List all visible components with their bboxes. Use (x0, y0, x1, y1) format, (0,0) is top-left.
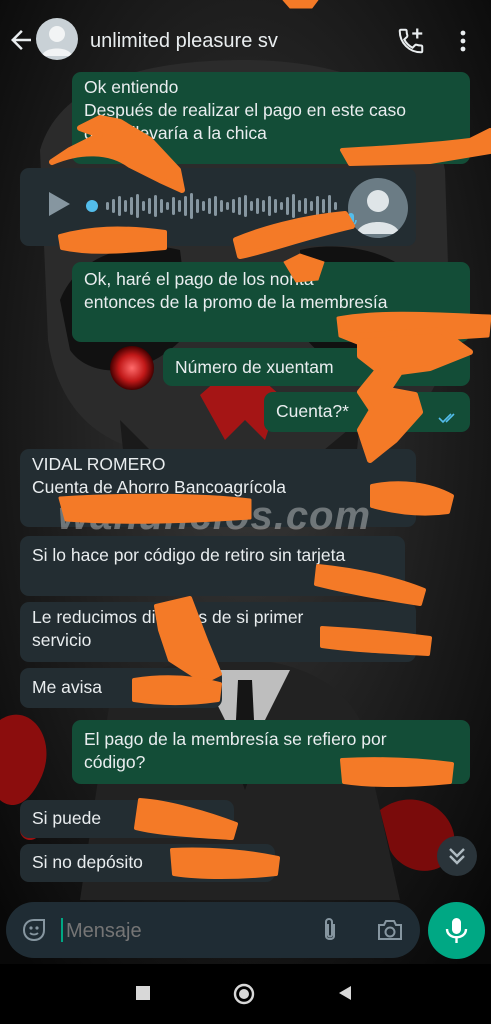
message-line: Después de realizar el pago en este caso (84, 100, 407, 120)
system-navigation-bar (0, 964, 491, 1024)
message-line: de se llevaría a la chica (84, 123, 267, 143)
voice-waveform[interactable] (84, 192, 354, 220)
more-vert-icon[interactable] (452, 28, 474, 54)
message-line: Cuenta?* (276, 401, 349, 421)
double-chevron-down-icon (449, 848, 465, 865)
sticker-icon[interactable] (20, 916, 48, 944)
contact-name[interactable]: unlimited pleasure sv (90, 30, 278, 53)
read-receipt-icon (438, 413, 455, 424)
voice-message[interactable] (20, 168, 416, 246)
avatar-icon (42, 26, 72, 56)
message-line: código? (84, 752, 146, 772)
message-outgoing[interactable]: Ok entiendo Después de realizar el pago … (72, 72, 470, 164)
mic-icon (345, 213, 357, 227)
message-line: Si lo hace por código de retiro sin tarj… (32, 545, 346, 565)
nav-back-icon[interactable] (336, 984, 354, 1002)
watermark: wanuncios.com (58, 494, 372, 538)
message-incoming[interactable]: Le reducimos dionales de si primer servi… (20, 602, 416, 662)
back-arrow-icon[interactable] (6, 24, 36, 56)
attach-icon[interactable] (318, 916, 342, 944)
mic-icon (445, 918, 468, 943)
add-call-icon[interactable] (396, 26, 426, 56)
message-incoming[interactable]: Me avisa (20, 668, 222, 708)
message-line: Le reducimos dionales de si primer (32, 607, 304, 627)
message-line: Me avisa (32, 677, 103, 697)
contact-avatar[interactable] (36, 18, 78, 60)
message-incoming[interactable]: Si puede (20, 800, 234, 838)
message-line: Si no depósito (32, 852, 143, 872)
nav-recents-icon[interactable] (134, 984, 152, 1002)
play-icon[interactable] (46, 190, 72, 218)
message-incoming[interactable]: Si no depósito (20, 844, 275, 882)
scroll-to-bottom-button[interactable] (437, 836, 477, 876)
message-line: servicio (32, 630, 92, 650)
chat-header: unlimited pleasure sv (0, 0, 491, 76)
text-cursor (61, 918, 63, 942)
message-line: VIDAL ROMERO (32, 454, 166, 474)
message-input[interactable] (64, 914, 308, 948)
message-line: entonces de la promo de la membresía (84, 292, 388, 312)
message-line: Si puede (32, 808, 102, 828)
message-composer (6, 902, 420, 958)
camera-icon[interactable] (376, 918, 404, 942)
message-line: Número de xuentam (175, 357, 334, 377)
message-line: Ok, haré el pago de los norita (84, 269, 314, 289)
message-outgoing[interactable]: El pago de la membresía se refiero por c… (72, 720, 470, 784)
message-line: Ok entiendo (84, 77, 179, 97)
message-outgoing[interactable]: Ok, haré el pago de los norita entonces … (72, 262, 470, 342)
message-outgoing[interactable]: Número de xuentam (163, 348, 470, 386)
message-incoming[interactable]: Si lo hace por código de retiro sin tarj… (20, 536, 405, 596)
nav-home-icon[interactable] (232, 982, 256, 1006)
message-outgoing[interactable]: Cuenta?* (264, 392, 470, 432)
message-line: El pago de la membresía se refiero por (84, 729, 387, 749)
voice-record-button[interactable] (428, 902, 485, 959)
